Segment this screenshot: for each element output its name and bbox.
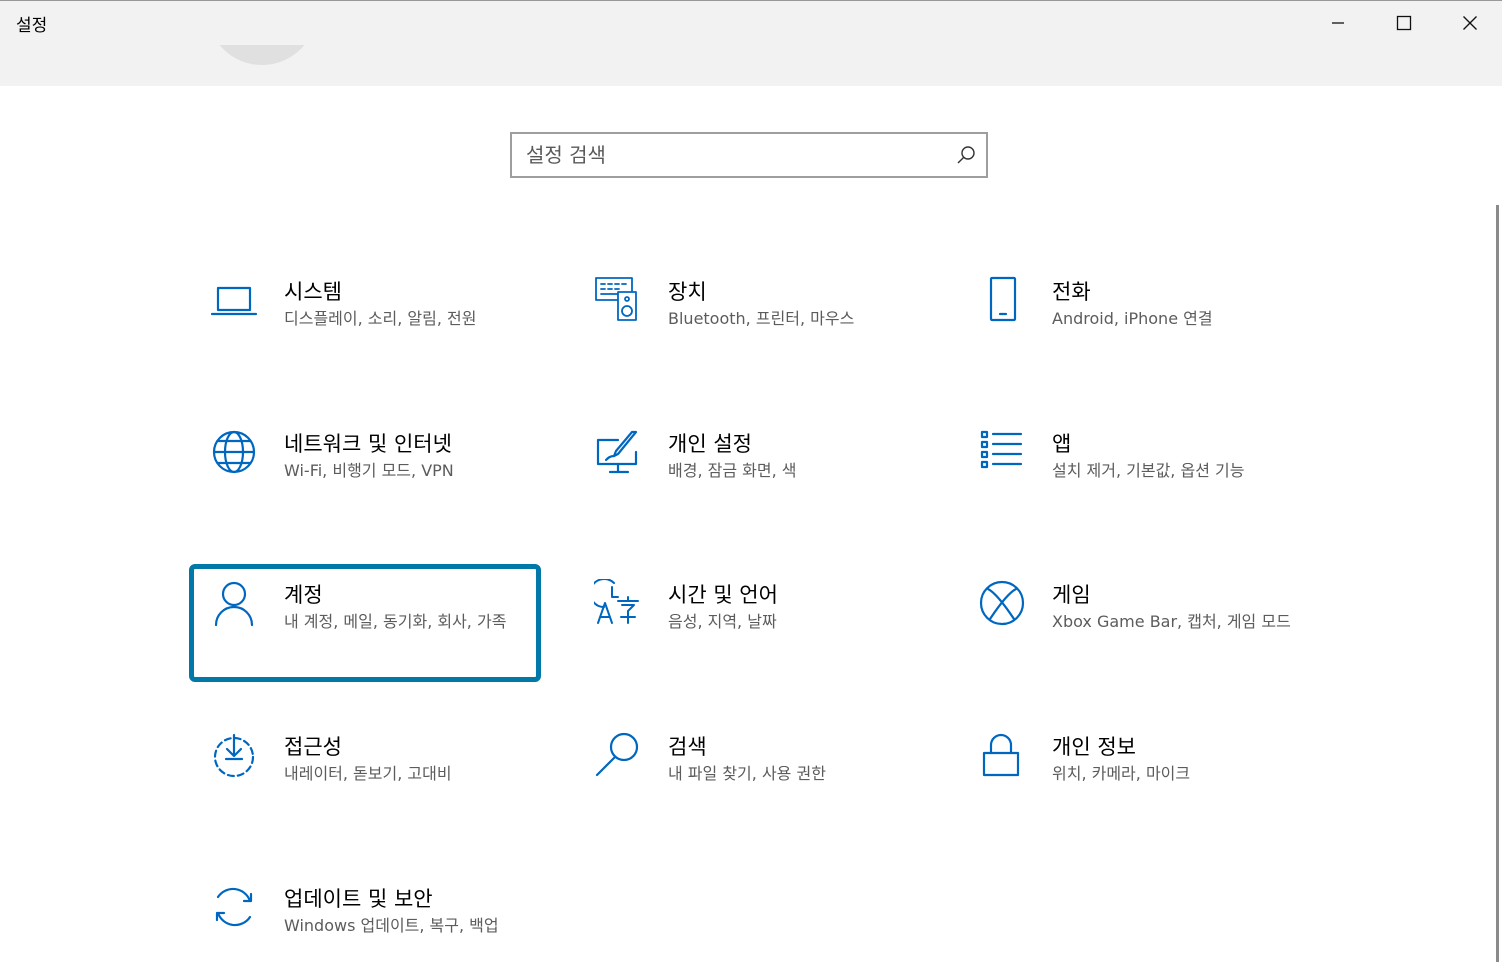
maximize-icon: [1396, 15, 1412, 31]
tile-update-security[interactable]: 업데이트 및 보안 Windows 업데이트, 복구, 백업: [192, 875, 532, 962]
laptop-icon: [210, 276, 258, 324]
tile-title: 전화: [1052, 280, 1091, 304]
tile-apps[interactable]: 앱 설치 제거, 기본값, 옵션 기능: [960, 420, 1300, 528]
tile-description: 배경, 잠금 화면, 색: [668, 461, 797, 480]
title-bar: 설정: [0, 0, 1502, 86]
tile-description: 내레이터, 돋보기, 고대비: [284, 764, 452, 783]
phone-icon: [978, 276, 1026, 324]
person-icon: [210, 579, 258, 627]
tile-title: 장치: [668, 280, 707, 304]
apps-list-icon: [978, 428, 1026, 476]
avatar[interactable]: [207, 45, 317, 67]
minimize-icon: [1332, 22, 1344, 24]
globe-icon: [210, 428, 258, 476]
sync-icon: [210, 883, 258, 931]
window-title: 설정: [16, 16, 48, 36]
tile-description: Bluetooth, 프린터, 마우스: [668, 309, 855, 328]
tile-devices[interactable]: 장치 Bluetooth, 프린터, 마우스: [576, 268, 916, 376]
accessibility-icon: [210, 731, 258, 779]
tile-title: 시간 및 언어: [668, 583, 778, 607]
tile-title: 개인 설정: [668, 432, 752, 456]
xbox-icon: [978, 579, 1026, 627]
tile-privacy[interactable]: 개인 정보 위치, 카메라, 마이크: [960, 723, 1300, 831]
close-button[interactable]: [1438, 1, 1502, 45]
search-icon[interactable]: [956, 145, 976, 165]
tile-accessibility[interactable]: 접근성 내레이터, 돋보기, 고대비: [192, 723, 532, 831]
tile-description: Android, iPhone 연결: [1052, 309, 1213, 328]
tile-title: 게임: [1052, 583, 1091, 607]
tile-title: 앱: [1052, 432, 1072, 456]
tile-description: 내 파일 찾기, 사용 권한: [668, 764, 826, 783]
search-input[interactable]: [526, 140, 946, 170]
tile-description: Wi-Fi, 비행기 모드, VPN: [284, 461, 454, 480]
tile-description: Xbox Game Bar, 캡처, 게임 모드: [1052, 612, 1291, 631]
maximize-button[interactable]: [1372, 1, 1436, 45]
tile-title: 업데이트 및 보안: [284, 887, 433, 911]
settings-search-box[interactable]: [510, 132, 988, 178]
tile-accounts[interactable]: 계정 내 계정, 메일, 동기화, 회사, 가족: [189, 564, 541, 682]
tile-title: 개인 정보: [1052, 735, 1136, 759]
close-icon: [1463, 16, 1477, 30]
scrollbar[interactable]: [1496, 205, 1499, 962]
tile-title: 검색: [668, 735, 707, 759]
tile-title: 시스템: [284, 280, 342, 304]
devices-icon: [594, 276, 642, 324]
tile-description: 위치, 카메라, 마이크: [1052, 764, 1191, 783]
tile-system[interactable]: 시스템 디스플레이, 소리, 알림, 전원: [192, 268, 532, 376]
tile-search[interactable]: 검색 내 파일 찾기, 사용 권한: [576, 723, 916, 831]
tile-network[interactable]: 네트워크 및 인터넷 Wi-Fi, 비행기 모드, VPN: [192, 420, 532, 528]
search-icon: [594, 731, 642, 779]
lock-icon: [978, 731, 1026, 779]
tile-description: 디스플레이, 소리, 알림, 전원: [284, 309, 477, 328]
minimize-button[interactable]: [1306, 1, 1370, 45]
tile-title: 계정: [284, 583, 323, 607]
tile-description: 음성, 지역, 날짜: [668, 612, 777, 631]
tile-description: Windows 업데이트, 복구, 백업: [284, 916, 499, 935]
tile-time-language[interactable]: 시간 및 언어 음성, 지역, 날짜: [576, 571, 916, 679]
tile-description: 내 계정, 메일, 동기화, 회사, 가족: [284, 612, 507, 631]
tile-gaming[interactable]: 게임 Xbox Game Bar, 캡처, 게임 모드: [960, 571, 1300, 679]
tile-title: 접근성: [284, 735, 342, 759]
time-language-icon: [589, 578, 642, 627]
tile-personalization[interactable]: 개인 설정 배경, 잠금 화면, 색: [576, 420, 916, 528]
tile-phone[interactable]: 전화 Android, iPhone 연결: [960, 268, 1300, 376]
tile-description: 설치 제거, 기본값, 옵션 기능: [1052, 461, 1245, 480]
personalization-icon: [594, 428, 642, 476]
tile-title: 네트워크 및 인터넷: [284, 432, 452, 456]
